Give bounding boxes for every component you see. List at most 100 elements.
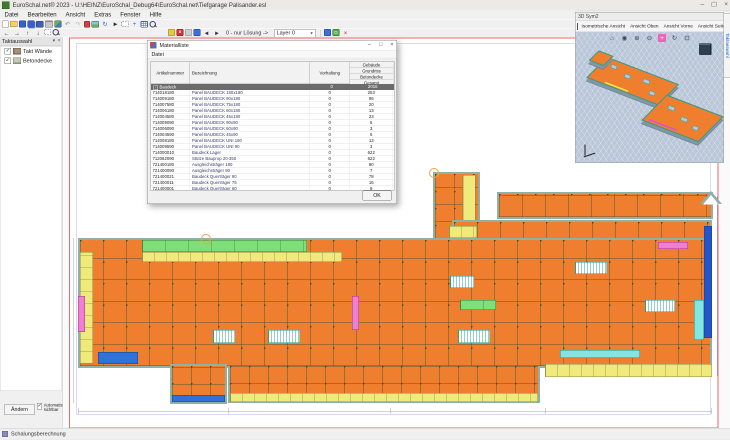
col-header-bezeichnung[interactable]: Bezeichnung bbox=[190, 62, 310, 84]
material-table[interactable]: Artikelnummer Bezeichnung Vorhaltung Geb… bbox=[151, 62, 395, 191]
dialog-title-bar[interactable]: Materialliste –□× bbox=[148, 41, 397, 51]
window-controls: –▢ × bbox=[700, 0, 728, 8]
close-solution-icon[interactable]: × bbox=[341, 29, 350, 38]
zoom-all-icon[interactable] bbox=[53, 29, 60, 36]
pan-right-icon[interactable]: → bbox=[13, 29, 22, 38]
col-header-artikelnummer[interactable]: Artikelnummer bbox=[151, 62, 190, 84]
open-icon[interactable] bbox=[10, 21, 18, 27]
selection-handle[interactable] bbox=[201, 234, 211, 244]
layer-combobox[interactable]: Layer 0 ▼ bbox=[275, 29, 316, 38]
window-control-button[interactable]: × bbox=[724, 0, 728, 8]
dialog-window-button[interactable]: □ bbox=[379, 42, 382, 48]
image-icon[interactable] bbox=[92, 21, 100, 28]
selection-rect-icon[interactable] bbox=[122, 21, 129, 27]
tree-item[interactable]: ✓ Takt Wände bbox=[1, 47, 62, 57]
new-file-icon[interactable] bbox=[2, 20, 9, 28]
flag-red-icon[interactable] bbox=[84, 21, 90, 28]
zoom-window-icon[interactable] bbox=[44, 29, 51, 35]
view-3d-icon[interactable] bbox=[324, 29, 331, 36]
dimension-tick bbox=[78, 408, 79, 414]
book-icon[interactable] bbox=[36, 21, 44, 28]
window-control-button[interactable]: – bbox=[700, 0, 704, 8]
selection-handle[interactable] bbox=[429, 168, 439, 178]
plan-pink-right-top bbox=[658, 242, 688, 249]
dimension-line-bottom bbox=[78, 411, 712, 412]
cursor-icon[interactable]: ► bbox=[111, 20, 120, 29]
tree-item-label: Betondecke bbox=[23, 58, 52, 64]
menu-item[interactable]: Extras bbox=[90, 11, 116, 19]
sidebar-header-icon[interactable]: × bbox=[58, 38, 61, 44]
side-tab-taktauswahl[interactable]: Taktauswahl bbox=[724, 13, 730, 78]
menu-item[interactable]: Hilfe bbox=[145, 11, 166, 19]
sidebar-header-icon[interactable]: ▾ bbox=[53, 38, 56, 44]
takt-icon[interactable] bbox=[168, 29, 175, 36]
nav-cube-icon[interactable] bbox=[699, 43, 712, 55]
panel-3d-title-bar[interactable]: 3D Sym2 bbox=[576, 13, 724, 22]
view-button[interactable]: Isometrische Ansicht bbox=[579, 22, 628, 31]
menu-item[interactable]: Datei bbox=[0, 11, 23, 19]
plan-blue-right-col bbox=[704, 226, 712, 338]
ok-button[interactable]: OK bbox=[363, 191, 392, 201]
fit-icon[interactable]: ⊡ bbox=[683, 34, 691, 42]
prev-solution-icon[interactable]: ◄ bbox=[202, 29, 211, 38]
change-button[interactable]: Ändern bbox=[4, 404, 35, 415]
takt-tree: ✓ Takt Wände ✓ Betondecke bbox=[0, 46, 62, 391]
delete-takt-icon[interactable]: × bbox=[177, 29, 184, 36]
takt-icon bbox=[13, 48, 21, 55]
dialog-menu-datei[interactable]: Datei bbox=[148, 52, 168, 58]
menu-item[interactable]: Fenster bbox=[116, 11, 145, 19]
menu-item[interactable]: Bearbeiten bbox=[23, 11, 61, 19]
auto-visible-checkbox[interactable]: ✓ bbox=[37, 403, 42, 410]
tree-item-label: Takt Wände bbox=[23, 48, 52, 54]
pan-icon[interactable]: + bbox=[658, 34, 666, 42]
crosshair-icon[interactable]: + bbox=[130, 20, 139, 29]
table-icon[interactable] bbox=[141, 21, 149, 28]
plan-cyan-mid bbox=[560, 350, 640, 358]
sidebar-title: Taktauswahl bbox=[2, 38, 32, 44]
viewport-3d[interactable]: ⌂◉⊕⊖+↻⊡ bbox=[576, 32, 724, 163]
view-button[interactable]: Ansicht Vorne bbox=[661, 22, 695, 31]
undo-icon[interactable]: ↶ bbox=[63, 20, 72, 29]
refresh-icon[interactable]: ↻ bbox=[101, 20, 110, 29]
plan-stairs bbox=[213, 330, 235, 343]
print-icon[interactable] bbox=[45, 21, 53, 28]
checkbox[interactable]: ✓ bbox=[5, 58, 12, 65]
window-title: EuroSchal.net® 2023 - U:\HEINZ\EuroSchal… bbox=[13, 2, 267, 9]
checkbox[interactable]: ✓ bbox=[5, 48, 12, 55]
plan-top-strip bbox=[497, 192, 713, 219]
zoom-in-icon[interactable]: ⊕ bbox=[633, 34, 641, 42]
app-logo-icon bbox=[2, 1, 10, 9]
view-button[interactable]: Ansicht Oben bbox=[628, 22, 662, 31]
model-3d bbox=[576, 36, 724, 162]
rotate-icon[interactable]: ↻ bbox=[671, 34, 679, 42]
zoom-out-icon[interactable]: ⊖ bbox=[646, 34, 654, 42]
neutral-icon[interactable] bbox=[185, 29, 192, 36]
panel-3d-toolbar: Isometrische AnsichtAnsicht ObenAnsicht … bbox=[576, 21, 724, 32]
pan-left-icon[interactable]: ← bbox=[2, 29, 11, 38]
sidebar-header: Taktauswahl ▾× bbox=[0, 37, 62, 46]
plan-stairs bbox=[458, 330, 490, 343]
redo-icon[interactable]: ↷ bbox=[74, 20, 83, 29]
menu-item[interactable]: Ansicht bbox=[61, 11, 90, 19]
plan-stairs bbox=[268, 330, 300, 343]
green-tool-icon[interactable]: G bbox=[333, 29, 340, 36]
status-bar: Schalungsberechnung bbox=[0, 428, 730, 440]
blue-panel-icon[interactable] bbox=[194, 29, 201, 36]
separator bbox=[321, 30, 322, 37]
export-icon[interactable] bbox=[55, 21, 62, 28]
zoom-icon[interactable] bbox=[150, 21, 157, 28]
next-solution-icon[interactable]: ► bbox=[213, 29, 222, 38]
pan-down-icon[interactable]: ↓ bbox=[34, 29, 43, 38]
grid-view-icon[interactable] bbox=[577, 23, 578, 30]
plan-green-mid bbox=[460, 300, 496, 310]
dialog-window-button[interactable]: – bbox=[368, 42, 371, 48]
save-all-icon[interactable] bbox=[28, 21, 35, 28]
pan-up-icon[interactable]: ↑ bbox=[23, 29, 32, 38]
window-control-button[interactable]: ▢ bbox=[711, 0, 717, 8]
tree-item[interactable]: ✓ Betondecke bbox=[1, 56, 62, 66]
orbit-icon[interactable]: ◉ bbox=[621, 34, 629, 42]
dialog-window-button[interactable]: × bbox=[390, 42, 393, 48]
save-icon[interactable] bbox=[19, 21, 26, 28]
table-row[interactable]: 721400001 Baudeck Querträger 60 0 9 bbox=[151, 186, 394, 191]
col-header-vorhaltung[interactable]: Vorhaltung bbox=[310, 62, 350, 84]
